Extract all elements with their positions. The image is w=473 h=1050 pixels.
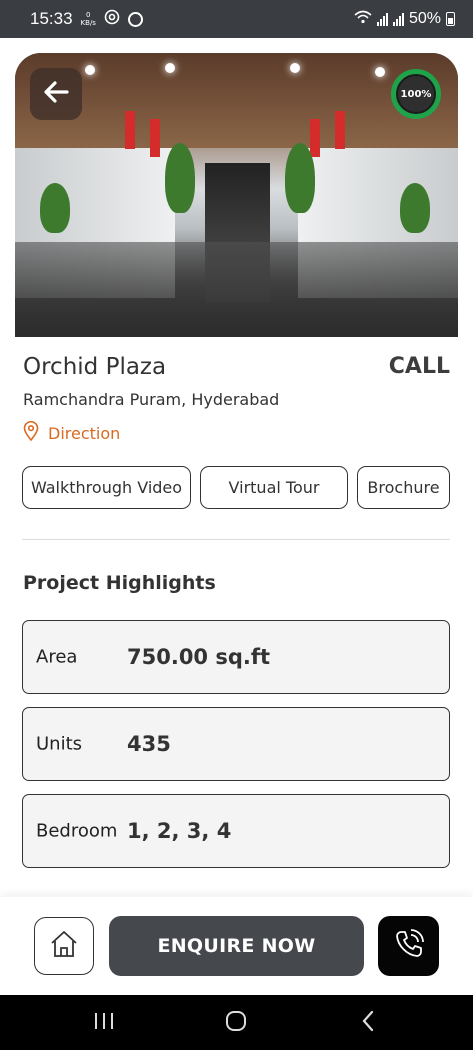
system-navigation-bar (0, 995, 473, 1050)
direction-link[interactable]: Direction (23, 420, 121, 445)
highlight-card-bedroom: Bedroom 1, 2, 3, 4 (22, 794, 450, 868)
whatsapp-icon (104, 9, 120, 29)
highlight-value: 435 (127, 732, 171, 756)
map-pin-icon (23, 420, 39, 445)
highlight-label: Units (36, 733, 83, 755)
highlight-card-area: Area 750.00 sq.ft (22, 620, 450, 694)
highlight-label: Area (36, 646, 78, 668)
highlight-label: Bedroom (36, 820, 118, 842)
home-icon (49, 930, 79, 962)
net-speed-value: 0 (86, 11, 91, 19)
virtual-tour-button[interactable]: Virtual Tour (200, 466, 348, 509)
highlights-title: Project Highlights (23, 572, 216, 594)
signal-icon (376, 12, 388, 26)
walkthrough-video-button[interactable]: Walkthrough Video (22, 466, 191, 509)
wifi-icon (354, 10, 372, 29)
battery-text: 50% (408, 10, 441, 27)
project-address: Ramchandra Puram, Hyderabad (23, 390, 280, 409)
net-speed: 0 KB/s (81, 11, 96, 27)
brochure-button[interactable]: Brochure (357, 466, 450, 509)
back-button[interactable] (30, 68, 82, 120)
circle-icon (127, 11, 143, 27)
back-chevron-icon (360, 1010, 376, 1036)
status-bar: 15:33 0 KB/s 50% (0, 0, 473, 38)
arrow-left-icon (43, 81, 69, 107)
home-circle-icon (225, 1010, 247, 1036)
home-button[interactable] (34, 917, 94, 975)
phone-call-button[interactable] (378, 916, 439, 976)
highlight-value: 1, 2, 3, 4 (127, 819, 232, 843)
enquire-now-button[interactable]: ENQUIRE NOW (109, 916, 364, 976)
highlight-card-units: Units 435 (22, 707, 450, 781)
completion-progress: 100% (391, 69, 441, 119)
project-name: Orchid Plaza (23, 354, 167, 380)
divider (22, 539, 450, 540)
direction-label: Direction (48, 423, 121, 443)
recent-apps-button[interactable] (74, 1003, 134, 1043)
system-back-button[interactable] (338, 1003, 398, 1043)
recent-apps-icon (93, 1011, 115, 1035)
progress-text: 100% (400, 88, 432, 100)
battery-icon (446, 12, 455, 26)
system-home-button[interactable] (206, 1003, 266, 1043)
signal-icon (392, 12, 404, 26)
phone-icon (393, 928, 425, 964)
status-time: 15:33 (30, 9, 73, 28)
net-speed-unit: KB/s (80, 19, 96, 27)
highlight-value: 750.00 sq.ft (127, 645, 271, 669)
call-button[interactable]: CALL (389, 354, 450, 379)
